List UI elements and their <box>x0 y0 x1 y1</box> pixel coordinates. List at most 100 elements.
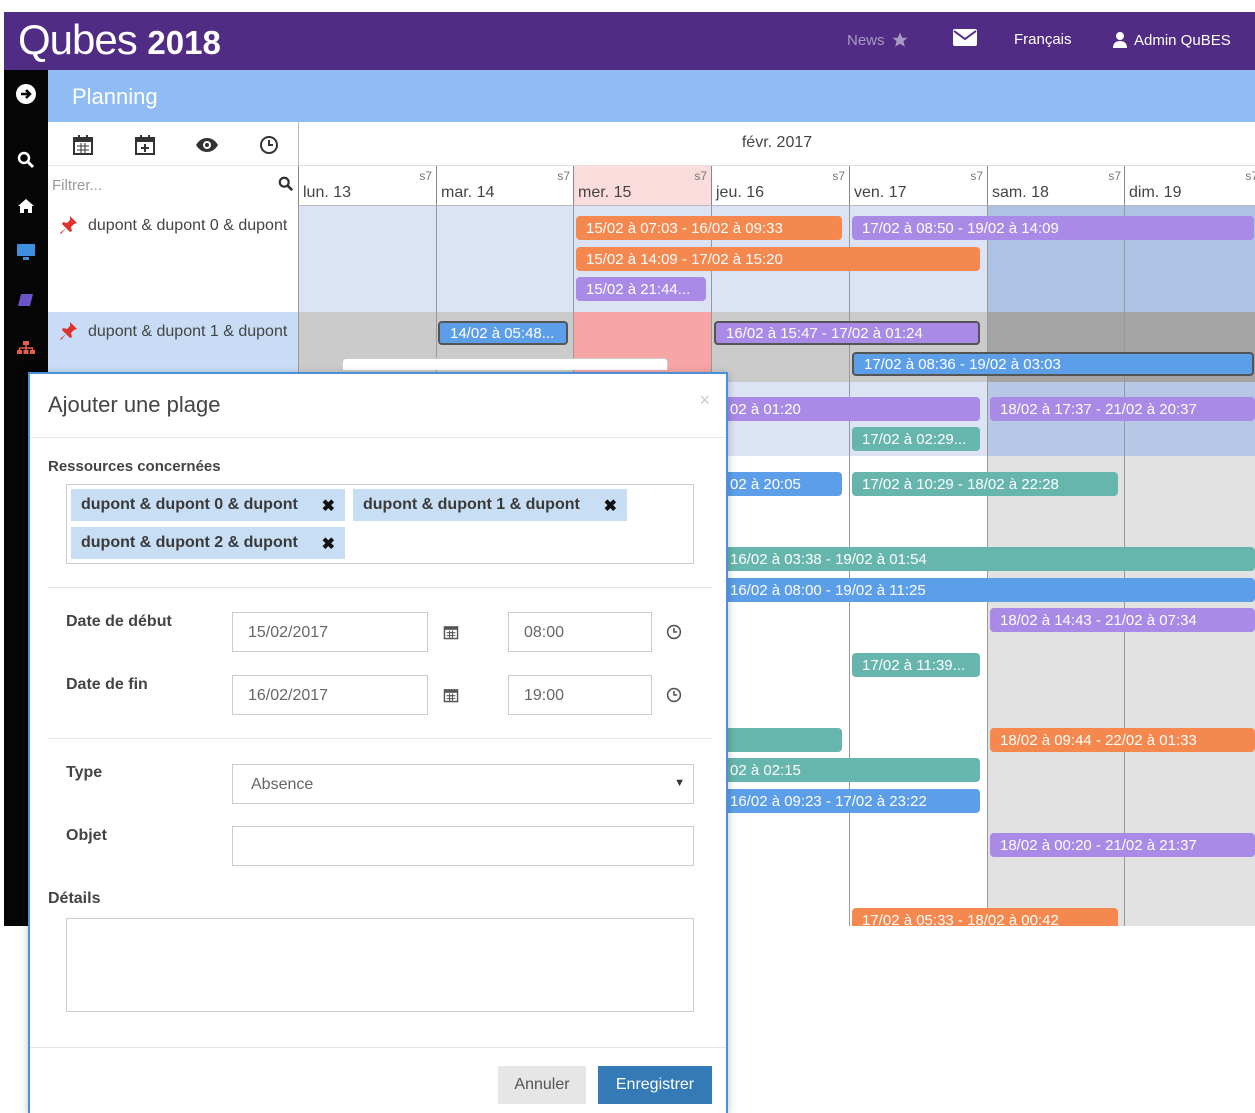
event-bar[interactable]: 17/02 à 02:29... <box>852 427 980 451</box>
event-bar[interactable]: 18/02 à 00:20 - 21/02 à 21:37 <box>990 833 1255 857</box>
event-bar[interactable] <box>720 728 842 752</box>
time-button[interactable] <box>256 132 282 158</box>
sitemap-icon[interactable] <box>14 336 38 360</box>
calendar-icon[interactable] <box>443 624 459 640</box>
pin-icon <box>60 322 77 340</box>
week-number: s7 <box>1108 169 1121 183</box>
type-select[interactable]: Absence ▼ <box>232 764 694 804</box>
event-bar[interactable]: 18/02 à 17:37 - 21/02 à 20:37 <box>990 397 1255 421</box>
clock-icon[interactable] <box>666 624 682 640</box>
news-link[interactable]: News <box>847 31 909 49</box>
desktop-icon[interactable] <box>14 240 38 264</box>
remove-tag-icon[interactable]: ✖ <box>322 496 335 516</box>
day-label: mar. 14 <box>441 184 495 201</box>
event-bar[interactable]: 15/02 à 14:09 - 17/02 à 15:20 <box>576 247 980 271</box>
close-button[interactable]: × <box>699 390 710 411</box>
event-bar[interactable]: 16/02 à 15:47 - 17/02 à 01:24 <box>714 321 980 345</box>
home-icon[interactable] <box>14 194 38 218</box>
end-date-label: Date de fin <box>66 676 148 693</box>
calendar-plus-icon <box>135 135 155 155</box>
event-bar[interactable]: 17/02 à 05:33 - 18/02 à 00:42 <box>852 908 1118 926</box>
event-bar[interactable]: 17/02 à 11:39... <box>852 653 980 677</box>
user-menu[interactable]: Admin QuBES <box>1112 31 1231 49</box>
top-bar: Qubes 2018 News Français Admin QuBES <box>4 12 1255 70</box>
day-header[interactable]: s7 ven. 17 <box>849 166 987 206</box>
add-event-button[interactable] <box>132 132 158 158</box>
clock-icon[interactable] <box>666 687 682 703</box>
calendar-toolbar <box>48 122 298 166</box>
visibility-button[interactable] <box>194 132 220 158</box>
resource-tag: dupont & dupont 0 & dupont ✖ <box>71 489 345 521</box>
day-header[interactable]: s7 mar. 14 <box>436 166 574 206</box>
event-bar[interactable]: 16/02 à 08:00 - 19/02 à 11:25 <box>720 578 1255 602</box>
object-label: Objet <box>66 827 107 844</box>
event-bar[interactable]: 17/02 à 08:50 - 19/02 à 14:09 <box>852 216 1254 240</box>
event-bar[interactable]: 02 à 02:15 <box>720 758 980 782</box>
add-range-dialog: Ajouter une plage × Ressources concernée… <box>28 372 728 1113</box>
popover <box>342 358 668 370</box>
remove-tag-icon[interactable]: ✖ <box>604 496 617 516</box>
event-bar[interactable]: 16/02 à 09:23 - 17/02 à 23:22 <box>720 789 980 813</box>
day-header[interactable]: s7 mer. 15 <box>573 166 711 206</box>
user-icon <box>1113 32 1127 48</box>
details-textarea[interactable] <box>66 918 694 1012</box>
resources-label: Ressources concernées <box>48 458 221 475</box>
event-bar[interactable]: 18/02 à 14:43 - 21/02 à 07:34 <box>990 608 1255 632</box>
language-label: Français <box>1014 31 1072 48</box>
calendar-icon <box>73 135 93 155</box>
week-number: s7 <box>694 169 707 183</box>
week-number: s7 <box>557 169 570 183</box>
event-bar[interactable]: 02 à 20:05 <box>720 472 842 496</box>
tag-label: dupont & dupont 2 & dupont <box>81 534 298 551</box>
event-bar[interactable]: 14/02 à 05:48... <box>438 321 568 345</box>
event-bar[interactable]: 16/02 à 03:38 - 19/02 à 01:54 <box>720 547 1255 571</box>
start-date-label: Date de début <box>66 613 172 630</box>
star-icon <box>892 32 908 47</box>
book-icon[interactable] <box>14 288 38 312</box>
search-icon[interactable] <box>14 148 38 172</box>
resource-row-0[interactable]: dupont & dupont 0 & dupont <box>48 206 298 312</box>
search-icon[interactable] <box>278 176 294 192</box>
remove-tag-icon[interactable]: ✖ <box>322 534 335 554</box>
week-number: s7 <box>1245 169 1255 183</box>
page-title: Planning <box>72 84 158 109</box>
end-date-input[interactable]: 16/02/2017 <box>232 675 428 715</box>
resources-tag-input[interactable]: dupont & dupont 0 & dupont ✖ dupont & du… <box>66 484 694 564</box>
divider <box>30 437 726 438</box>
save-button[interactable]: Enregistrer <box>598 1066 712 1104</box>
day-header[interactable]: s7 dim. 19 <box>1124 166 1255 206</box>
eye-icon <box>196 138 218 152</box>
envelope-icon <box>953 29 977 46</box>
event-bar[interactable]: 15/02 à 07:03 - 16/02 à 09:33 <box>576 216 842 240</box>
type-value: Absence <box>251 776 314 793</box>
day-header[interactable]: s7 sam. 18 <box>987 166 1125 206</box>
resource-label: dupont & dupont 1 & dupont <box>88 323 288 340</box>
brand-logo[interactable]: Qubes 2018 <box>18 16 221 64</box>
cancel-button[interactable]: Annuler <box>498 1066 586 1104</box>
event-bar[interactable]: 18/02 à 09:44 - 22/02 à 01:33 <box>990 728 1255 752</box>
divider <box>48 587 712 588</box>
event-bar[interactable]: 02 à 01:20 <box>720 397 980 421</box>
day-header[interactable]: s7 lun. 13 <box>298 166 436 206</box>
calendar-icon[interactable] <box>443 687 459 703</box>
day-label: sam. 18 <box>992 184 1049 201</box>
event-bar[interactable]: 17/02 à 10:29 - 18/02 à 22:28 <box>852 472 1118 496</box>
user-name: Admin QuBES <box>1134 31 1231 49</box>
calendar-view-button[interactable] <box>70 132 96 158</box>
event-bar[interactable]: 15/02 à 21:44... <box>576 277 706 301</box>
filter-input[interactable] <box>52 170 270 200</box>
language-selector[interactable]: Français <box>1014 31 1072 48</box>
clock-icon <box>260 136 278 154</box>
arrow-circle-right-icon[interactable] <box>14 82 38 106</box>
week-number: s7 <box>419 169 432 183</box>
planning-header: Planning <box>48 70 1255 122</box>
object-input[interactable] <box>232 826 694 866</box>
month-label: févr. 2017 <box>298 122 1255 166</box>
start-date-input[interactable]: 15/02/2017 <box>232 612 428 652</box>
tag-label: dupont & dupont 0 & dupont <box>81 496 298 513</box>
start-time-input[interactable]: 08:00 <box>508 612 652 652</box>
event-bar[interactable]: 17/02 à 08:36 - 19/02 à 03:03 <box>852 352 1254 376</box>
end-time-input[interactable]: 19:00 <box>508 675 652 715</box>
day-header[interactable]: s7 jeu. 16 <box>711 166 849 206</box>
mail-button[interactable] <box>952 26 978 48</box>
